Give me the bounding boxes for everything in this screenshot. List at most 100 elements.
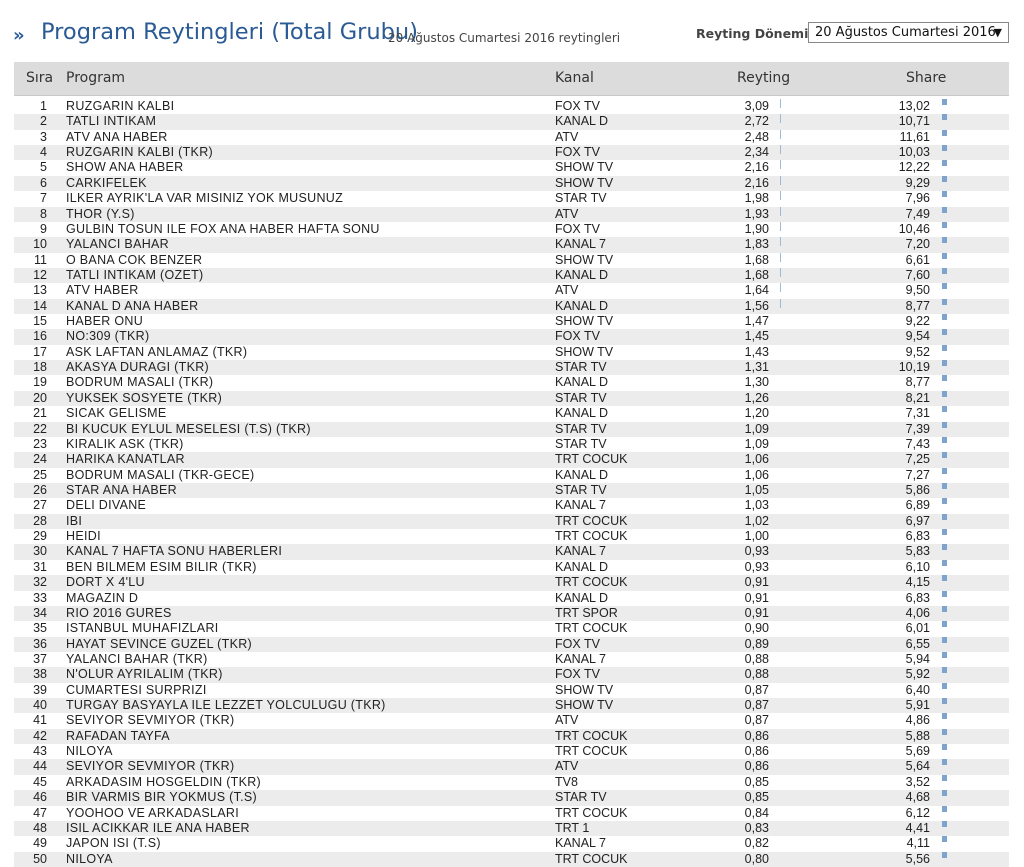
rating-cell: 0,85 — [744, 790, 769, 805]
channel-cell: STAR TV — [555, 191, 607, 206]
column-header-sira[interactable]: Sıra — [26, 70, 53, 86]
column-header-share[interactable]: Share — [906, 70, 946, 86]
rating-cell: 1,68 — [744, 267, 769, 282]
program-cell: ILKER AYRIK'LA VAR MISINIZ YOK MUSUNUZ — [66, 191, 344, 206]
share-bar — [942, 820, 947, 827]
column-header-reyting[interactable]: Reyting — [737, 70, 790, 86]
share-cell: 13,02 — [898, 99, 930, 113]
share-bar — [942, 344, 947, 351]
rank-cell: 33 — [33, 590, 47, 605]
rank-cell: 13 — [33, 283, 47, 298]
program-cell: STAR ANA HABER — [66, 482, 177, 497]
rank-cell: 47 — [33, 805, 47, 820]
table-row: 4 RUZGARIN KALBI (TKR) FOX TV 2,34 10,03 — [14, 145, 1009, 161]
rating-cell: 0,91 — [744, 590, 769, 605]
share-bar — [942, 529, 947, 536]
program-cell: ISTANBUL MUHAFIZLARI — [66, 621, 219, 636]
channel-cell: ATV — [555, 206, 579, 221]
channel-cell: TRT 1 — [555, 820, 590, 835]
share-cell: 7,49 — [905, 206, 930, 221]
program-cell: O BANA COK BENZER — [66, 252, 203, 267]
table-row: 10 YALANCI BAHAR KANAL 7 1,83 7,20 — [14, 237, 1009, 253]
share-bar — [942, 237, 947, 244]
rank-cell: 35 — [33, 621, 47, 636]
channel-cell: KANAL D — [555, 267, 609, 282]
period-select[interactable]: 20 Ağustos Cumartesi 2016 ▼ — [808, 22, 1009, 43]
program-cell: HARIKA KANATLAR — [66, 452, 185, 467]
share-bar — [942, 406, 947, 413]
share-cell: 5,83 — [905, 544, 930, 559]
rating-cell: 3,09 — [744, 99, 769, 113]
program-cell: HABER ONU — [66, 314, 144, 329]
share-bar — [942, 575, 947, 582]
rank-cell: 44 — [33, 759, 47, 774]
share-cell: 6,12 — [905, 805, 930, 820]
table-row: 30 KANAL 7 HAFTA SONU HABERLERI KANAL 7 0,9… — [14, 544, 1009, 560]
ratings-table-body: 1 RUZGARIN KALBI FOX TV 3,09 13,02 2 TATLI INT… — [14, 99, 1009, 867]
channel-cell: TRT COCUK — [555, 621, 628, 636]
share-bar — [942, 682, 947, 689]
program-cell: SHOW ANA HABER — [66, 160, 184, 175]
program-cell: KIRALIK ASK (TKR) — [66, 436, 184, 451]
program-cell: AKASYA DURAGI (TKR) — [66, 360, 209, 375]
rank-cell: 17 — [33, 344, 47, 359]
rating-cell: 1,02 — [744, 513, 769, 528]
channel-cell: FOX TV — [555, 99, 600, 113]
share-cell: 4,11 — [906, 836, 930, 851]
share-bar — [942, 482, 947, 489]
channel-cell: KANAL 7 — [555, 544, 606, 559]
channel-cell: SHOW TV — [555, 314, 614, 329]
share-bar — [942, 605, 947, 612]
rank-cell: 21 — [33, 406, 47, 421]
table-row: 34 RIO 2016 GURES TRT SPOR 0,91 4,06 — [14, 605, 1009, 622]
caret-down-icon: ▼ — [993, 26, 1002, 39]
rating-bar — [780, 221, 781, 231]
share-cell: 12,22 — [898, 160, 930, 175]
rank-cell: 22 — [33, 421, 47, 436]
page-header: » Program Reytingleri (Total Grubu) 20 A… — [0, 0, 1024, 62]
channel-cell: STAR TV — [555, 482, 607, 497]
rating-cell: 2,16 — [744, 160, 769, 175]
program-cell: RUZGARIN KALBI — [66, 99, 175, 113]
rating-cell: 1,06 — [744, 452, 769, 467]
table-row: 48 ISIL ACIKKAR ILE ANA HABER TRT 1 0,83 4,4… — [14, 820, 1009, 837]
channel-cell: TRT SPOR — [555, 605, 618, 620]
rank-cell: 20 — [33, 390, 47, 405]
table-row: 42 RAFADAN TAYFA TRT COCUK 0,86 5,88 — [14, 728, 1009, 745]
rank-cell: 26 — [33, 482, 47, 497]
share-cell: 8,21 — [905, 390, 930, 405]
share-cell: 9,29 — [905, 175, 930, 190]
table-row: 41 SEVIYOR SEVMIYOR (TKR) ATV 0,87 4,86 — [14, 713, 1009, 728]
rating-cell: 0,86 — [744, 728, 769, 743]
table-row: 23 KIRALIK ASK (TKR) STAR TV 1,09 7,43 — [14, 436, 1009, 452]
share-bar — [942, 636, 947, 643]
column-header-kanal[interactable]: Kanal — [555, 70, 594, 86]
rating-cell: 0,82 — [744, 836, 769, 851]
share-cell: 6,01 — [905, 621, 930, 636]
channel-cell: STAR TV — [555, 360, 607, 375]
table-row: 13 ATV HABER ATV 1,64 9,50 — [14, 283, 1009, 298]
table-row: 47 YOOHOO VE ARKADASLARI TRT COCUK 0,84 6,12 — [14, 805, 1009, 821]
rating-cell: 0,88 — [744, 667, 769, 682]
column-header-program[interactable]: Program — [66, 70, 125, 86]
rank-cell: 9 — [40, 221, 47, 236]
channel-cell: FOX TV — [555, 636, 600, 651]
table-row: 15 HABER ONU SHOW TV 1,47 9,22 — [14, 314, 1009, 329]
channel-cell: TRT COCUK — [555, 851, 628, 866]
rank-cell: 30 — [33, 544, 47, 559]
rank-cell: 36 — [33, 636, 47, 651]
rating-cell: 1,06 — [744, 467, 769, 482]
table-row: 31 BEN BILMEM ESIM BILIR (TKR) KANAL D 0,93… — [14, 559, 1009, 575]
rating-cell: 0,80 — [744, 851, 769, 866]
program-cell: THOR (Y.S) — [66, 206, 135, 221]
program-cell: GULBIN TOSUN ILE FOX ANA HABER HAFTA SON… — [66, 221, 380, 236]
share-cell: 7,31 — [905, 406, 930, 421]
table-row: 27 DELI DIVANE KANAL 7 1,03 6,89 — [14, 498, 1009, 513]
table-row: 12 TATLI INTIKAM (OZET) KANAL D 1,68 7,60 — [14, 267, 1009, 284]
table-row: 7 ILKER AYRIK'LA VAR MISINIZ YOK MUSUNUZ S… — [14, 191, 1009, 206]
share-cell: 7,25 — [905, 452, 930, 467]
rank-cell: 50 — [33, 851, 47, 866]
channel-cell: FOX TV — [555, 145, 600, 160]
share-bar — [942, 590, 947, 597]
share-cell: 6,97 — [905, 513, 930, 528]
